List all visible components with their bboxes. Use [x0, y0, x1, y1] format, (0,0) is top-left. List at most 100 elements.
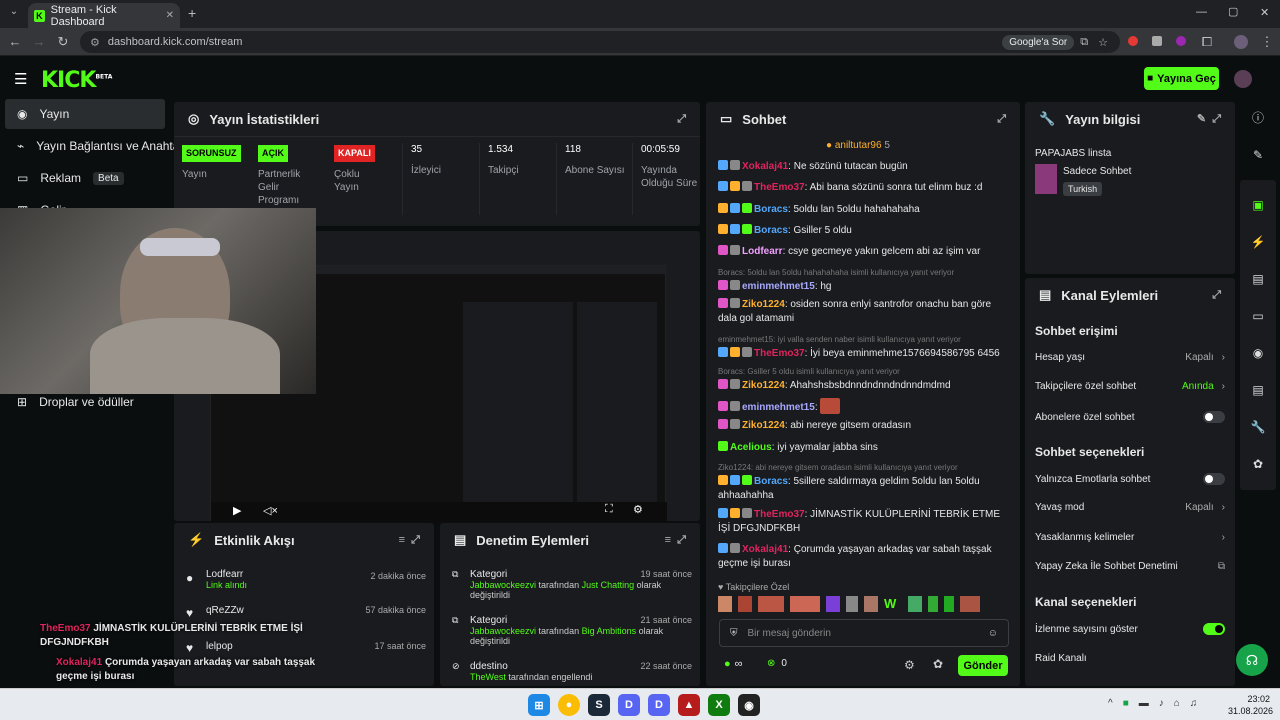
xbox-icon[interactable]: X: [708, 694, 730, 716]
document-icon[interactable]: ▤: [1240, 264, 1276, 294]
emote-icon: [718, 596, 732, 612]
setting-row[interactable]: Yalnızca Emotlarla sohbet: [1035, 473, 1225, 485]
google-ask-chip[interactable]: Google'a Sor: [1002, 34, 1075, 50]
kick-logo[interactable]: KICKBETA: [41, 68, 112, 93]
expand-icon[interactable]: ⤢: [1212, 289, 1221, 302]
filter-icon[interactable]: ≡ ⤢: [665, 534, 686, 547]
sidebar-item-yayin[interactable]: ◉ Yayın: [5, 99, 165, 129]
filter-icon[interactable]: ≡ ⤢: [399, 534, 420, 547]
user-avatar[interactable]: [1234, 70, 1252, 88]
extension-icon[interactable]: [1152, 36, 1162, 46]
steam-icon[interactable]: S: [588, 694, 610, 716]
network-icon: ⌂: [1173, 698, 1180, 709]
mod-tools-icon[interactable]: ✿: [1240, 449, 1276, 479]
windows-start-icon[interactable]: ⊞: [528, 694, 550, 716]
mod-tools-icon[interactable]: ✿: [933, 657, 943, 671]
kick-favicon-icon: K: [34, 9, 45, 22]
translate-icon[interactable]: ⧉: [1080, 36, 1088, 49]
chat-overlay-item: Xokalaj41 Çorumda yaşayan arkadaş var sa…: [56, 657, 316, 682]
kick-header: [0, 56, 1280, 100]
kicks-icon: ⊗: [767, 658, 776, 669]
stat-uptime: 00:05:59 Yayında Olduğu Süre: [632, 143, 698, 215]
extension-icon[interactable]: [1176, 36, 1186, 46]
tab-search-icon[interactable]: ⌄: [6, 6, 22, 22]
edit-icon[interactable]: ✎ ⤢: [1197, 112, 1221, 126]
browser-tab[interactable]: K Stream - Kick Dashboard ✕: [28, 3, 180, 28]
hamburger-menu-icon[interactable]: ☰: [14, 70, 27, 88]
emote-icon: [928, 596, 938, 612]
chat-input[interactable]: ⛨ Bir mesaj gönderin ☺: [719, 619, 1009, 647]
emoji-icon[interactable]: ☺: [988, 628, 998, 639]
toggle-switch[interactable]: [1203, 473, 1225, 485]
setting-row[interactable]: Raid Kanalı: [1035, 653, 1225, 664]
expand-icon[interactable]: ⤢: [997, 113, 1006, 126]
support-headset-icon[interactable]: ☊: [1236, 644, 1268, 676]
settings-gear-icon[interactable]: ⚙: [633, 503, 643, 516]
link-icon: ⌁: [17, 139, 25, 153]
sidebar-item-stream-key[interactable]: ⌁ Yayın Bağlantısı ve Anahtarı: [5, 131, 177, 161]
close-window-button[interactable]: ✕: [1260, 6, 1269, 19]
setting-row[interactable]: Takipçilere özel sohbet Anında ›: [1035, 381, 1225, 392]
mute-icon[interactable]: ◁×: [263, 504, 278, 517]
pinned-gifter[interactable]: ● aniltutar96 5: [826, 140, 890, 151]
chrome-icon[interactable]: ●: [558, 694, 580, 716]
maximize-button[interactable]: ▢: [1228, 5, 1238, 18]
game-icon[interactable]: ▲: [678, 694, 700, 716]
play-icon[interactable]: ▶: [233, 504, 241, 517]
extensions-puzzle-icon[interactable]: ⧠: [1198, 34, 1216, 50]
discord-icon[interactable]: D: [648, 694, 670, 716]
kicks-balance[interactable]: ⊗ 0: [767, 658, 787, 669]
toggle-switch[interactable]: [1203, 623, 1225, 635]
channel-points[interactable]: ● ∞: [724, 658, 743, 670]
section-title: Sohbet seçenekleri: [1035, 445, 1145, 459]
lightning-icon[interactable]: ⚡: [1240, 227, 1276, 257]
minimize-button[interactable]: —: [1196, 6, 1207, 18]
reload-icon[interactable]: ↻: [54, 34, 72, 50]
profile-avatar[interactable]: [1234, 35, 1248, 49]
points-icon: ●: [724, 658, 731, 670]
chat-icon[interactable]: ▭: [1240, 301, 1276, 331]
toggle-switch[interactable]: [1203, 411, 1225, 423]
setting-row[interactable]: Yasaklanmış kelimeler ›: [1035, 532, 1225, 543]
setting-row[interactable]: Abonelere özel sohbet: [1035, 411, 1225, 423]
info-icon[interactable]: ⓘ: [1240, 102, 1276, 132]
setting-row[interactable]: İzlenme sayısını göster: [1035, 623, 1225, 635]
setting-row[interactable]: Yapay Zeka İle Sohbet Denetimi ⧉: [1035, 561, 1225, 572]
site-info-icon[interactable]: ⚙: [90, 36, 100, 49]
record-icon[interactable]: ◉: [1240, 338, 1276, 368]
browser-menu-icon[interactable]: ⋮: [1258, 34, 1276, 50]
tab-close-icon[interactable]: ✕: [166, 10, 174, 21]
clock[interactable]: 23:02 31.08.2026: [1228, 693, 1273, 717]
stream-info-panel: 🔧 Yayın bilgisi ✎ ⤢ PAPAJABS linsta Sadece…: [1025, 102, 1235, 274]
tab-title: Stream - Kick Dashboard: [50, 3, 117, 28]
sidebar-item-reklam[interactable]: ▭ Reklam Beta: [5, 163, 165, 193]
beta-badge: Beta: [93, 171, 124, 185]
chat-settings-gear-icon[interactable]: ⚙: [904, 658, 915, 672]
wrench-icon[interactable]: 🔧: [1240, 412, 1276, 442]
chat-message: Ziko1224: osiden sonra enlyi santrofor o…: [718, 298, 992, 324]
emote-picker-row[interactable]: W: [718, 596, 1004, 612]
expand-icon[interactable]: ⤢: [677, 113, 686, 126]
quick-action-icon[interactable]: ▣: [1240, 190, 1276, 220]
back-icon[interactable]: ←: [6, 34, 24, 49]
send-button[interactable]: Gönder: [958, 655, 1008, 676]
fullscreen-icon[interactable]: ⛶: [605, 503, 613, 516]
discord-icon[interactable]: D: [618, 694, 640, 716]
bookmark-star-icon[interactable]: ☆: [1098, 36, 1108, 49]
emote-section-label: ♥ Takipçilere Özel: [718, 582, 790, 592]
forward-icon[interactable]: →: [30, 34, 48, 49]
address-bar[interactable]: ⚙ dashboard.kick.com/stream Google'a Sor…: [80, 31, 1120, 53]
go-live-button[interactable]: ■ Yayına Geç: [1144, 67, 1219, 90]
setting-row[interactable]: Hesap yaşı Kapalı ›: [1035, 352, 1225, 363]
extension-icon[interactable]: [1128, 36, 1138, 46]
language-tag: Turkish: [1063, 182, 1103, 196]
obs-icon[interactable]: ◉: [738, 694, 760, 716]
system-tray[interactable]: ^ ■ ▬ ♪ ⌂ ♫: [1108, 698, 1197, 709]
stat-viewers: 35 İzleyici: [402, 143, 441, 215]
edit-icon[interactable]: ✎: [1240, 140, 1276, 170]
channel-icon[interactable]: ▤: [1240, 375, 1276, 405]
setting-row[interactable]: Yavaş mod Kapalı ›: [1035, 502, 1225, 513]
moderation-panel: ▤ Denetim Eylemleri ≡ ⤢ ⧉ Kategori Jabbawo…: [440, 523, 700, 686]
stats-icon: ◎: [188, 111, 200, 126]
new-tab-button[interactable]: +: [188, 5, 196, 21]
